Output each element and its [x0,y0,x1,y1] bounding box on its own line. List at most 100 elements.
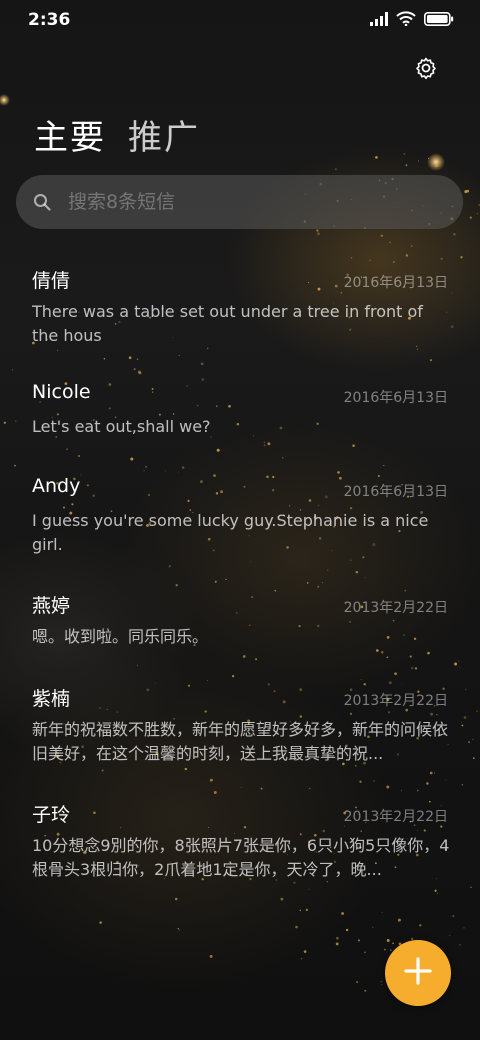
search-bar[interactable] [16,175,463,229]
conversation-item[interactable]: Andy 2016年6月13日 I guess you're some luck… [0,475,480,565]
gold-dust-particle [300,957,303,960]
signal-icon [370,11,388,30]
search-input[interactable] [66,190,430,214]
gold-dust-particle [309,787,311,790]
gold-dust-particle [359,780,362,783]
message-preview: 嗯。收到啦。同乐同乐。 [32,627,209,646]
gold-dust-particle [440,257,443,260]
conversation-item[interactable]: 紫楠 2013年2月22日 新年的祝福数不胜数，新年的愿望好多好多，新年的问候依… [0,684,480,774]
gold-dust-particle [303,950,307,953]
gold-dust-particle [305,908,309,912]
gold-dust-particle [177,928,179,930]
gold-dust-particle [394,672,397,676]
gold-dust-particle [357,939,361,942]
gold-dust-particle [386,785,390,789]
conversation-item[interactable]: 倩倩 2016年6月13日 There was a table set out … [0,266,480,356]
gold-dust-particle [386,939,390,942]
conversation-item[interactable]: Nicole 2016年6月13日 Let's eat out,shall we… [0,381,480,451]
gold-dust-particle [376,157,378,159]
gear-icon [414,56,438,84]
gold-dust-particle [260,787,263,790]
conversation-item[interactable]: 子玲 2013年2月22日 10分想念9別的你，8张照片7张是你，6只小狗5只像… [0,800,480,890]
gold-dust-particle [145,466,147,468]
gold-dust-particle [341,912,344,915]
gold-dust-particle [213,791,217,794]
gold-dust-particle [200,362,204,366]
gold-dust-particle [454,662,458,666]
gold-dust-particle [381,911,383,913]
conversation-item[interactable]: 燕婷 2013年2月22日 嗯。收到啦。同乐同乐。 [0,591,480,661]
gold-dust-particle [372,926,374,929]
gold-dust-particle [419,924,422,927]
gold-dust-particle [384,948,386,951]
gold-dust-particle [426,782,429,785]
gold-dust-particle [418,160,420,162]
gold-dust-particle [316,232,320,236]
gold-dust-particle [381,980,383,982]
gold-dust-particle [436,892,439,894]
gold-dust-particle [137,370,141,374]
gold-dust-particle [240,787,242,789]
gold-dust-particle [400,790,402,792]
gold-dust-particle [175,584,178,587]
gold-dust-particle [459,666,460,668]
glow-spark [0,94,10,106]
gold-dust-particle [390,949,392,951]
gold-dust-particle [355,570,359,574]
gold-dust-particle [174,897,178,901]
gold-dust-particle [463,927,465,929]
gold-dust-particle [136,358,139,360]
gold-dust-particle [337,471,340,474]
contact-name: 子玲 [32,804,71,826]
gold-dust-particle [327,569,329,571]
gold-dust-particle [469,216,472,219]
gold-dust-particle [460,256,463,259]
gold-dust-particle [435,164,438,168]
gold-dust-particle [375,156,378,159]
tab-primary[interactable]: 主要 [34,110,106,159]
settings-button[interactable] [412,56,440,84]
gold-dust-particle [405,254,409,257]
glow-spark [427,153,445,171]
message-preview: There was a table set out under a tree i… [32,302,423,345]
gold-dust-particle [128,356,132,359]
gold-dust-particle [138,371,142,375]
gold-dust-particle [392,942,394,945]
status-time: 2:36 [28,10,71,30]
gold-dust-particle [364,989,367,992]
gold-dust-particle [14,464,16,467]
gold-dust-particle [316,229,319,232]
battery-icon [424,11,454,30]
gold-dust-particle [178,928,181,931]
gold-dust-particle [389,241,391,244]
gold-dust-particle [136,664,138,666]
gold-dust-particle [380,981,382,983]
gold-dust-particle [209,954,213,958]
contact-name: Andy [32,475,81,497]
gold-dust-particle [356,981,359,984]
gold-dust-particle [282,457,284,459]
gold-dust-particle [464,190,468,194]
new-message-button[interactable] [385,940,451,1006]
message-preview: 10分想念9別的你，8张照片7张是你，6只小狗5只像你，4根骨头3根归你，2爪着… [32,836,450,879]
tab-promotions[interactable]: 推广 [128,110,200,159]
gold-dust-particle [403,153,406,155]
gold-dust-particle [99,921,102,924]
gold-dust-particle [392,260,395,264]
gold-dust-particle [78,454,81,458]
gold-dust-particle [133,368,136,371]
message-date: 2016年6月13日 [343,484,448,500]
gold-dust-particle [364,951,366,954]
contact-name: Nicole [32,381,91,403]
gold-dust-particle [306,581,309,584]
gold-dust-particle [372,156,374,158]
gold-dust-particle [181,466,185,469]
message-preview: 新年的祝福数不胜数，新年的愿望好多好多，新年的问候依旧美好，在这个温馨的时刻，送… [32,720,449,763]
gold-dust-particle [452,915,455,918]
gold-dust-particle [322,582,323,584]
gold-dust-particle [335,942,339,946]
gold-dust-particle [165,470,167,472]
gold-dust-particle [380,234,383,237]
gold-dust-particle [280,897,284,901]
plus-icon [403,956,433,990]
